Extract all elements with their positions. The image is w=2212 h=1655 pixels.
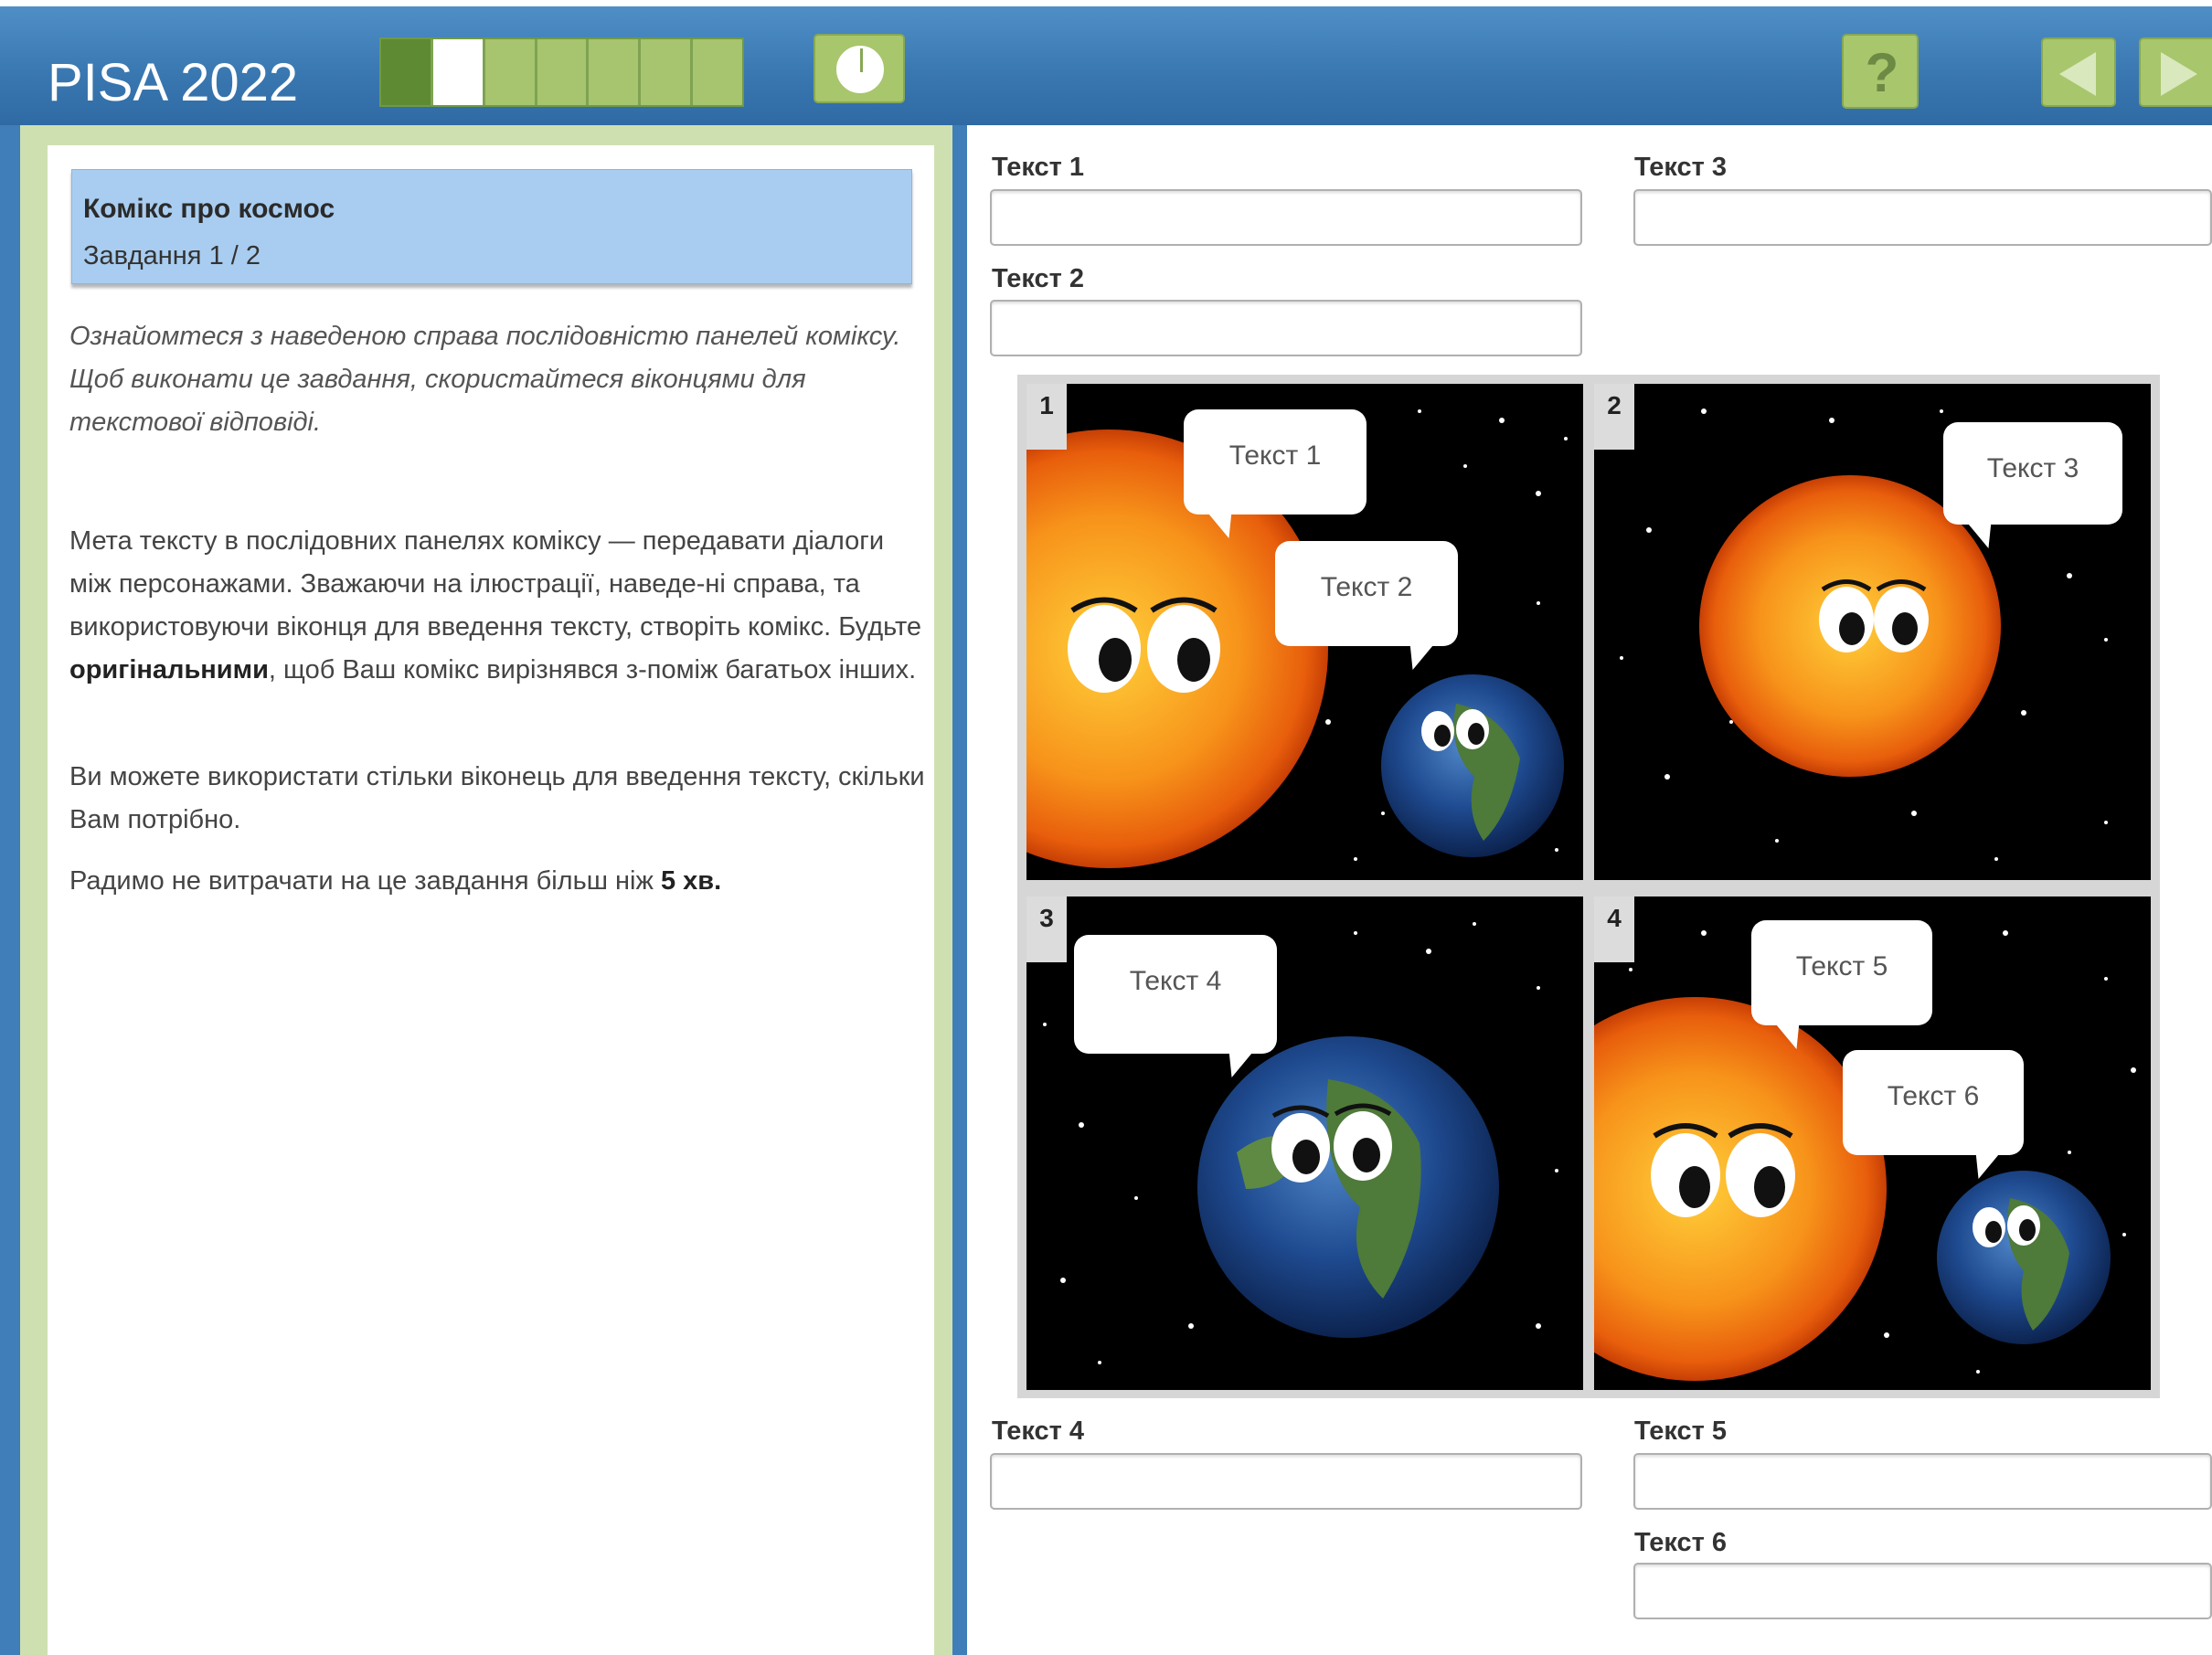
comic-panel-4: 4 Текст 5 Текст 6 <box>1594 896 2151 1390</box>
top-bar: PISA 2022 ? <box>0 0 2212 125</box>
panel-number: 2 <box>1594 384 1634 450</box>
progress-segment <box>641 39 694 105</box>
stimulus-content: Комікс про космос Завдання 1 / 2 Ознайом… <box>48 145 934 1655</box>
panel-number: 4 <box>1594 896 1634 962</box>
progress-segment <box>537 39 590 105</box>
comic-panel-2: 2 Текст 3 <box>1594 384 2151 880</box>
task-description-text: Мета тексту в послідовних панелях комікс… <box>69 526 922 642</box>
forward-arrow-icon <box>2161 52 2197 96</box>
speech-bubble-2: Текст 2 <box>1275 541 1458 646</box>
comic-strip: 1 Текст 1 Текст 2 2 Текст 3 3 Текст 4 4 … <box>1017 375 2160 1398</box>
task-intro: Ознайомтеся з наведеною справа послідовн… <box>69 322 901 437</box>
task-description-bold: оригінальними <box>69 655 269 684</box>
text1-label: Текст 1 <box>992 153 1085 182</box>
progress-segment-current <box>432 39 485 105</box>
time-advice-bold: 5 хв. <box>660 866 722 896</box>
next-button[interactable] <box>2139 37 2212 107</box>
text4-label: Текст 4 <box>992 1416 1085 1446</box>
text6-label: Текст 6 <box>1634 1528 1728 1557</box>
timer-button[interactable] <box>814 34 905 103</box>
task-counter: Завдання 1 / 2 <box>83 241 261 271</box>
task-title: Комікс про космос <box>83 194 335 224</box>
progress-segment <box>693 39 743 105</box>
speech-bubble-5: Текст 5 <box>1751 920 1932 1025</box>
panel-number: 1 <box>1026 384 1067 450</box>
speech-bubble-6: Текст 6 <box>1843 1050 2024 1155</box>
task-header: Комікс про космос Завдання 1 / 2 <box>71 169 912 284</box>
comic-panel-3: 3 Текст 4 <box>1026 896 1583 1390</box>
speech-bubble-4: Текст 4 <box>1074 935 1277 1054</box>
stimulus-panel: Комікс про космос Завдання 1 / 2 Ознайом… <box>20 125 952 1655</box>
task-description: Мета тексту в послідовних панелях комікс… <box>69 520 929 692</box>
comic-panel-1: 1 Текст 1 Текст 2 <box>1026 384 1583 880</box>
progress-segment <box>381 39 433 105</box>
text3-input[interactable] <box>1633 189 2212 246</box>
text2-label: Текст 2 <box>992 264 1085 293</box>
progress-segment <box>589 39 642 105</box>
panel-number: 3 <box>1026 896 1067 962</box>
back-arrow-icon <box>2059 52 2096 96</box>
app-title: PISA 2022 <box>48 53 299 112</box>
progress-segment <box>484 39 537 105</box>
text4-input[interactable] <box>990 1453 1582 1510</box>
text5-label: Текст 5 <box>1634 1416 1728 1446</box>
text5-input[interactable] <box>1633 1453 2212 1510</box>
speech-bubble-1: Текст 1 <box>1184 409 1367 515</box>
speech-bubble-3: Текст 3 <box>1943 422 2122 525</box>
time-advice-text: Радимо не витрачати на це завдання більш… <box>69 866 661 896</box>
text1-input[interactable] <box>990 189 1582 246</box>
text6-input[interactable] <box>1633 1563 2212 1619</box>
task-description-text-end: , щоб Ваш комікс вирізнявся з-поміж бага… <box>268 655 917 684</box>
help-icon: ? <box>1865 42 1899 103</box>
timer-hand <box>860 48 863 72</box>
help-button[interactable]: ? <box>1842 34 1919 109</box>
progress-bar <box>379 37 744 107</box>
back-button[interactable] <box>2041 37 2116 107</box>
task-hint: Ви можете використати стільки віконець д… <box>69 762 925 834</box>
text2-input[interactable] <box>990 300 1582 356</box>
task-time-advice: Радимо не витрачати на це завдання більш… <box>69 860 929 903</box>
text3-label: Текст 3 <box>1634 153 1728 182</box>
